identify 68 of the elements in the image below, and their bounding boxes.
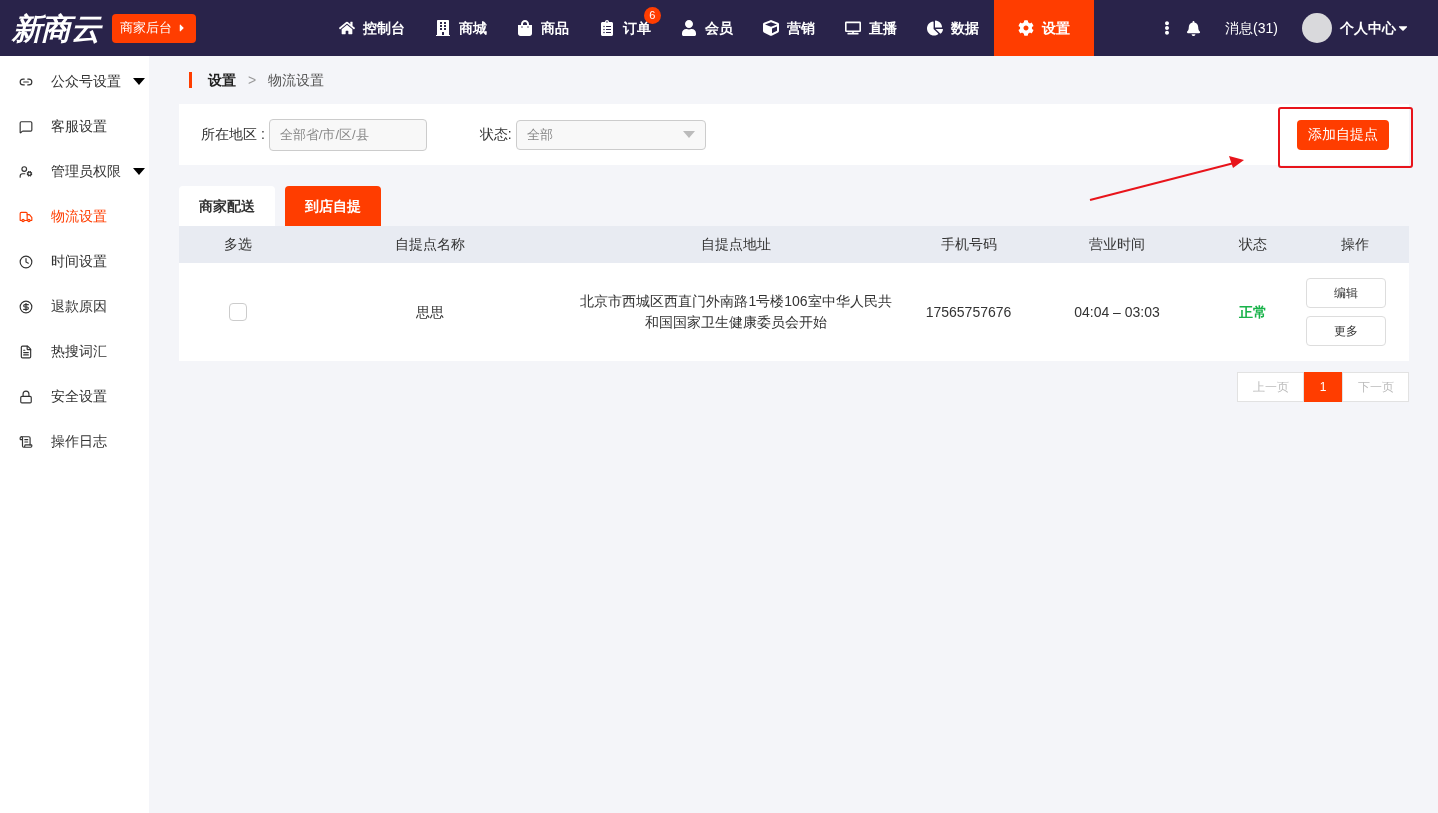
pie-chart-icon <box>926 20 943 36</box>
page-button[interactable]: 1 <box>1304 372 1342 402</box>
sidebar-item[interactable]: 公众号设置 <box>0 59 149 104</box>
buildings-icon <box>434 20 451 36</box>
add-pickup-point-button[interactable]: 添加自提点 <box>1297 119 1389 150</box>
sidebar-item[interactable]: 时间设置 <box>0 239 149 284</box>
breadcrumb-separator: > <box>248 70 257 90</box>
action-button[interactable]: 更多 <box>1305 316 1386 346</box>
table-cell-text: 17565757676 <box>924 302 1013 322</box>
region-field[interactable]: 全部省/市/区/县 <box>268 118 427 151</box>
nav-tab[interactable]: 营销 <box>747 0 830 56</box>
status-cell-text: 正常 <box>1238 302 1268 322</box>
column-header: 手机号码 <box>939 235 998 254</box>
lock-icon <box>19 389 33 404</box>
cube-icon <box>762 20 779 36</box>
merchant-backend-button[interactable]: 商家后台 <box>111 13 196 43</box>
caret-icon <box>133 78 145 85</box>
column-header: 自提点地址 <box>700 235 772 254</box>
table-cell-text: 北京市西城区西直门外南路1号楼106室中华人民共和国国家卫生健康委员会开始 <box>579 292 893 332</box>
tv-icon <box>844 20 861 36</box>
nav-tab[interactable]: 会员 <box>665 0 748 56</box>
sidebar-item[interactable]: 管理员权限 <box>0 149 149 194</box>
truck-icon <box>19 209 33 224</box>
sidebar-item[interactable]: 安全设置 <box>0 374 149 419</box>
nav-tab[interactable]: 商城 <box>419 0 502 56</box>
sidebar-item[interactable]: 退款原因 <box>0 284 149 329</box>
status-select[interactable]: 全部 <box>515 119 706 150</box>
breadcrumb-item: 物流设置 <box>268 70 325 90</box>
action-button[interactable]: 编辑 <box>1305 278 1386 308</box>
column-header: 多选 <box>223 235 253 254</box>
table-cell-text: 04:04 – 03:03 <box>1073 302 1161 322</box>
user-key-icon <box>19 164 33 179</box>
messages-link[interactable]: 消息(31) <box>1225 17 1278 39</box>
home-icon <box>338 20 355 36</box>
sidebar-item[interactable]: 物流设置 <box>0 194 149 239</box>
sidebar-item[interactable]: 热搜词汇 <box>0 329 149 374</box>
bag-icon <box>516 20 533 36</box>
user-menu[interactable]: 个人中心 <box>1340 17 1410 39</box>
clock-icon <box>19 254 33 269</box>
log-icon <box>19 434 33 449</box>
nav-tab[interactable]: 商品 <box>501 0 584 56</box>
tab[interactable]: 到店自提 <box>285 186 381 226</box>
settings-icon <box>1017 20 1034 36</box>
region-label: 所在地区 : <box>201 125 265 144</box>
nav-tab[interactable]: 直播 <box>829 0 912 56</box>
caret-icon <box>133 168 145 175</box>
status-label: 状态: <box>479 125 512 144</box>
user-icon <box>680 20 697 36</box>
avatar[interactable] <box>1302 13 1332 43</box>
column-header: 操作 <box>1339 235 1370 254</box>
column-header: 营业时间 <box>1088 235 1146 254</box>
row-checkbox[interactable] <box>229 303 247 321</box>
coin-icon <box>19 299 33 314</box>
column-header: 自提点名称 <box>394 235 466 254</box>
caret-icon <box>682 131 695 138</box>
bell-icon[interactable] <box>1186 20 1202 36</box>
sidebar-item[interactable]: 客服设置 <box>0 104 149 149</box>
sidebar-item[interactable]: 操作日志 <box>0 419 149 464</box>
nav-tab[interactable]: 设置 <box>993 0 1094 56</box>
document-icon <box>19 344 33 359</box>
table-cell-text: 思思 <box>415 302 445 322</box>
clipboard-icon <box>598 20 615 36</box>
breadcrumb-item[interactable]: 设置 <box>208 69 236 91</box>
tab[interactable]: 商家配送 <box>179 186 275 226</box>
nav-tab[interactable]: 数据 <box>911 0 994 56</box>
column-header: 状态 <box>1238 235 1268 254</box>
chat-icon <box>19 119 33 134</box>
nav-tab[interactable]: 控制台 <box>323 0 420 56</box>
